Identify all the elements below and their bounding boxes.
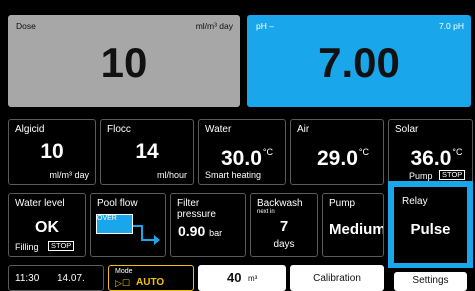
flocc-unit: ml/hour [156,170,187,180]
filling-stop-badge: STOP [48,241,75,251]
backwash-next-in: next in [257,209,275,215]
clock-tile[interactable]: 11:30 14.07. [8,265,104,291]
ph-panel[interactable]: pH – 7.0 pH 7.00 [247,15,471,107]
water-note: Smart heating [205,170,262,180]
solar-value-wrap: 36.0°C [401,140,472,171]
solar-stop-badge: STOP [439,170,466,180]
backwash-label: Backwash [257,198,303,209]
dose-label: Dose [16,21,36,31]
backwash-unit: days [273,239,295,250]
ph-setpoint: 7.0 pH [438,21,464,31]
filter-pressure-unit: bar [209,228,223,238]
volume-button[interactable]: 40 m³ [198,265,286,291]
relay-value: Pulse [410,221,451,238]
algicid-unit: ml/m³ day [49,170,89,180]
ph-label: pH – [256,21,274,31]
water-tile[interactable]: Water 30.0°C Smart heating [198,119,286,185]
algicid-label: Algicid [15,124,45,135]
algicid-value: 10 [40,140,64,163]
air-value: 29.0 [317,147,358,170]
dose-value: 10 [100,39,148,86]
pump-value: Medium [329,221,384,238]
water-level-tile[interactable]: Water level OK Filling STOP [8,193,86,257]
air-deg: °C [358,147,369,157]
backwash-value: 7 [279,218,289,235]
clock-date: 14.07. [57,273,85,284]
air-label: Air [297,124,310,135]
algicid-tile[interactable]: Algicid 10 ml/m³ day [8,119,96,185]
solar-label: Solar [395,124,419,135]
pool-flow-label: Pool flow [97,198,138,209]
flocc-tile[interactable]: Flocc 14 ml/hour [100,119,194,185]
flocc-label: Flocc [107,124,131,135]
filter-pressure-label: Filter pressure [177,198,216,220]
pump-tile[interactable]: Pump Medium [322,193,384,257]
water-label: Water [205,124,232,135]
mode-tile[interactable]: Mode ▷☐ AUTO [108,265,194,291]
solar-pump-label: Pump [409,171,433,181]
clock-time: 11:30 [15,273,40,284]
dose-panel[interactable]: Dose ml/m³ day 10 [8,15,240,107]
volume-unit: m³ [248,274,258,283]
flow-arrow-icon [133,225,160,245]
filter-pressure-value-wrap: 0.90 bar [178,223,222,239]
filter-pressure-tile[interactable]: Filter pressure 0.90 bar [170,193,246,257]
settings-button[interactable]: Settings [394,272,467,291]
solar-value: 36.0 [410,147,452,170]
relay-label: Relay [402,196,428,207]
flocc-value: 14 [135,140,159,163]
backwash-tile[interactable]: Backwash next in 7 days [250,193,318,257]
water-deg: °C [262,147,273,157]
mode-label: Mode [115,268,133,275]
volume-value: 40 [227,270,242,285]
ph-value: 7.00 [318,39,400,86]
play-pause-icon: ▷☐ [115,278,130,288]
air-tile[interactable]: Air 29.0°C [290,119,384,185]
dose-unit: ml/m³ day [195,21,233,31]
filling-label: Filling [15,242,39,252]
calibration-label: Calibration [313,273,361,284]
flow-over-label: OVER [97,215,117,222]
solar-tile[interactable]: Solar 36.0°C Pump STOP [388,119,473,185]
calibration-button[interactable]: Calibration [290,265,384,291]
filter-pressure-value: 0.90 [178,223,206,239]
relay-tile[interactable]: Relay Pulse [388,181,473,268]
settings-label: Settings [412,275,449,286]
pump-label: Pump [329,198,356,209]
water-level-label: Water level [15,198,65,209]
water-value-wrap: 30.0°C [209,140,285,171]
mode-value: AUTO [136,277,165,288]
water-level-value: OK [35,219,59,236]
water-value: 30.0 [221,147,262,170]
solar-deg: °C [452,147,463,157]
air-value-wrap: 29.0°C [303,140,383,171]
